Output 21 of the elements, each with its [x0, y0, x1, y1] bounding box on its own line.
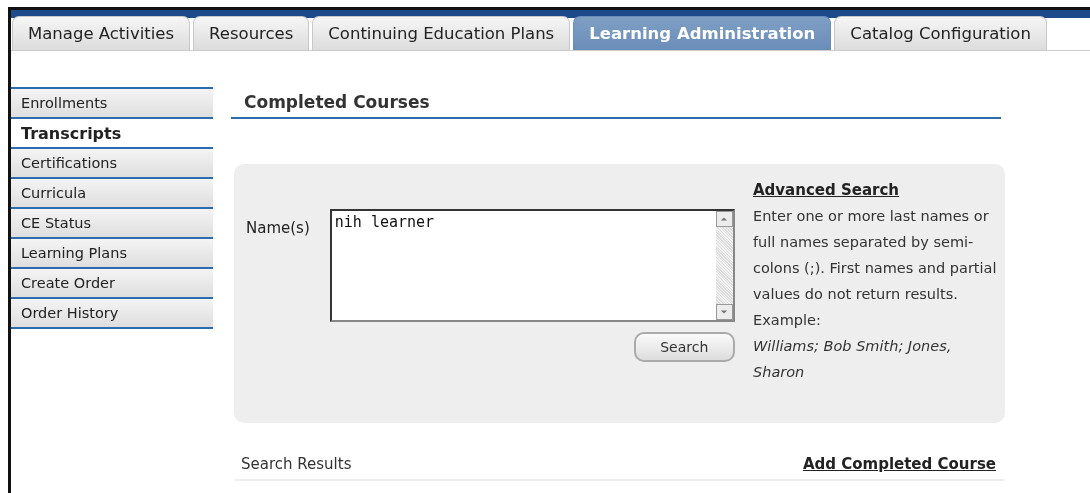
nav-tab[interactable]: Resources: [193, 16, 310, 50]
example-text: Williams; Bob Smith; Jones, Sharon: [753, 337, 953, 382]
sidebar-item[interactable]: Order History: [11, 297, 213, 327]
nav-tab[interactable]: Continuing Education Plans: [312, 16, 571, 50]
field-label: Name(s): [246, 218, 310, 239]
sidebar-item[interactable]: Learning Plans: [11, 237, 213, 267]
add-course-link[interactable]: Add Completed Course: [802, 455, 996, 473]
page-title: Completed Courses: [231, 87, 1001, 119]
search-button[interactable]: Search: [633, 332, 735, 362]
example-label: Example:: [753, 311, 822, 330]
sidebar-item[interactable]: Create Order: [11, 267, 213, 297]
sidebar-item[interactable]: CE Status: [11, 207, 213, 237]
help-text: Enter one or more last names or full names separated by semi-colons (;). First names and partial values do not return results.: [753, 207, 998, 304]
sidebar-item[interactable]: Certifications: [11, 147, 213, 177]
sidebar-item[interactable]: Curricula: [11, 177, 213, 207]
names-field[interactable]: nih learner: [329, 209, 735, 322]
nav-tab[interactable]: Manage Activities: [12, 16, 191, 50]
advanced-search-link[interactable]: Advanced Search: [753, 181, 899, 199]
results-title: Search Results: [241, 455, 352, 473]
nav-tab[interactable]: Catalog Configuration: [834, 16, 1047, 50]
sidebar-item[interactable]: Enrollments: [11, 87, 213, 117]
